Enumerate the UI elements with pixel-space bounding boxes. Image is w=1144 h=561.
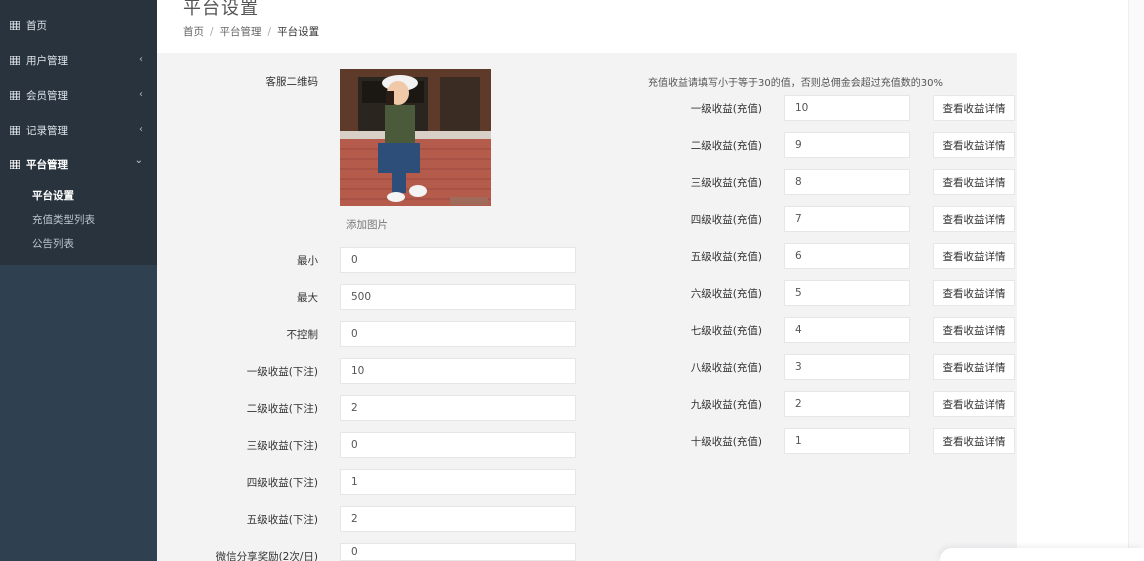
max-input[interactable]: 500 bbox=[340, 284, 576, 310]
qr-code-image[interactable] bbox=[340, 69, 491, 206]
field-label: 九级收益(充值) bbox=[690, 399, 762, 411]
view-income-details-button[interactable]: 查看收益详情 bbox=[933, 317, 1015, 343]
scrollbar-track[interactable] bbox=[1128, 0, 1144, 561]
bet-level1-input[interactable]: 10 bbox=[340, 358, 576, 384]
page-margin bbox=[1017, 0, 1144, 561]
view-income-details-button[interactable]: 查看收益详情 bbox=[933, 428, 1015, 454]
add-image-button[interactable]: 添加图片 bbox=[346, 217, 388, 232]
field-label: 六级收益(充值) bbox=[690, 288, 762, 300]
field-label: 二级收益(充值) bbox=[690, 140, 762, 152]
view-income-details-button[interactable]: 查看收益详情 bbox=[933, 169, 1015, 195]
sidebar-item-label: 记录管理 bbox=[26, 124, 68, 137]
sidebar-item-label: 平台管理 bbox=[26, 158, 68, 171]
chevron-left-icon: ‹ bbox=[139, 89, 143, 100]
recharge-level10-input[interactable]: 1 bbox=[784, 428, 910, 454]
field-label: 一级收益(下注) bbox=[246, 366, 318, 378]
page-title: 平台设置 bbox=[183, 0, 259, 19]
breadcrumb-current: 平台设置 bbox=[277, 26, 320, 38]
wechat-share-reward-input[interactable]: 0 bbox=[340, 543, 576, 561]
sidebar-item-label: 用户管理 bbox=[26, 54, 68, 67]
sidebar: 首页 用户管理 ‹ 会员管理 ‹ 记录管理 ‹ 平台管理 ⌄ 平台设置 充值类型… bbox=[0, 0, 157, 561]
sidebar-subitem-announcements[interactable]: 公告列表 bbox=[32, 236, 74, 251]
field-label: 五级收益(下注) bbox=[246, 514, 318, 526]
recharge-level2-input[interactable]: 9 bbox=[784, 132, 910, 158]
field-label: 一级收益(充值) bbox=[690, 103, 762, 115]
field-label: 二级收益(下注) bbox=[246, 403, 318, 415]
sidebar-subitem-platform-settings[interactable]: 平台设置 bbox=[32, 188, 74, 203]
view-income-details-button[interactable]: 查看收益详情 bbox=[933, 354, 1015, 380]
view-income-details-button[interactable]: 查看收益详情 bbox=[933, 280, 1015, 306]
breadcrumb-platform[interactable]: 平台管理 bbox=[220, 26, 262, 38]
recharge-level4-input[interactable]: 7 bbox=[784, 206, 910, 232]
field-label: 五级收益(充值) bbox=[690, 251, 762, 263]
breadcrumb-home[interactable]: 首页 bbox=[183, 26, 204, 38]
sidebar-item-label: 会员管理 bbox=[26, 89, 68, 102]
field-label: 四级收益(充值) bbox=[690, 214, 762, 226]
grid-icon bbox=[10, 125, 20, 135]
breadcrumb: 首页 / 平台管理 / 平台设置 bbox=[183, 26, 320, 38]
recharge-level6-input[interactable]: 5 bbox=[784, 280, 910, 306]
field-label: 微信分享奖励(2次/日) bbox=[215, 551, 318, 561]
grid-icon bbox=[10, 90, 20, 100]
bet-level4-input[interactable]: 1 bbox=[340, 469, 576, 495]
view-income-details-button[interactable]: 查看收益详情 bbox=[933, 132, 1015, 158]
recharge-level1-input[interactable]: 10 bbox=[784, 95, 910, 121]
chevron-down-icon: ⌄ bbox=[134, 155, 143, 166]
sidebar-item-records[interactable]: 记录管理 ‹ bbox=[0, 115, 157, 145]
field-label: 不控制 bbox=[286, 329, 319, 341]
view-income-details-button[interactable]: 查看收益详情 bbox=[933, 95, 1015, 121]
no-control-input[interactable]: 0 bbox=[340, 321, 576, 347]
sidebar-item-platform[interactable]: 平台管理 ⌄ bbox=[0, 149, 157, 179]
field-label: 最小 bbox=[297, 255, 318, 267]
field-label: 四级收益(下注) bbox=[246, 477, 318, 489]
chevron-left-icon: ‹ bbox=[139, 54, 143, 65]
recharge-level3-input[interactable]: 8 bbox=[784, 169, 910, 195]
field-label: 三级收益(下注) bbox=[246, 440, 318, 452]
qr-code-label: 客服二维码 bbox=[265, 76, 319, 88]
grid-icon bbox=[10, 159, 20, 169]
field-label: 七级收益(充值) bbox=[690, 325, 762, 337]
sidebar-item-home[interactable]: 首页 bbox=[0, 10, 157, 40]
recharge-notice: 充值收益请填写小于等于30的值，否则总佣金会超过充值数的30% bbox=[648, 78, 943, 89]
bet-level3-input[interactable]: 0 bbox=[340, 432, 576, 458]
recharge-level9-input[interactable]: 2 bbox=[784, 391, 910, 417]
grid-icon bbox=[10, 55, 20, 65]
recharge-level8-input[interactable]: 3 bbox=[784, 354, 910, 380]
field-label: 十级收益(充值) bbox=[690, 436, 762, 448]
sidebar-item-label: 首页 bbox=[26, 19, 47, 32]
view-income-details-button[interactable]: 查看收益详情 bbox=[933, 206, 1015, 232]
sidebar-subitem-recharge-types[interactable]: 充值类型列表 bbox=[32, 212, 95, 227]
recharge-level5-input[interactable]: 6 bbox=[784, 243, 910, 269]
field-label: 三级收益(充值) bbox=[690, 177, 762, 189]
field-label: 最大 bbox=[297, 292, 318, 304]
min-input[interactable]: 0 bbox=[340, 247, 576, 273]
chevron-left-icon: ‹ bbox=[139, 124, 143, 135]
sidebar-item-users[interactable]: 用户管理 ‹ bbox=[0, 45, 157, 75]
bet-level5-input[interactable]: 2 bbox=[340, 506, 576, 532]
sidebar-item-members[interactable]: 会员管理 ‹ bbox=[0, 80, 157, 110]
recharge-level7-input[interactable]: 4 bbox=[784, 317, 910, 343]
view-income-details-button[interactable]: 查看收益详情 bbox=[933, 391, 1015, 417]
view-income-details-button[interactable]: 查看收益详情 bbox=[933, 243, 1015, 269]
grid-icon bbox=[10, 20, 20, 30]
bet-level2-input[interactable]: 2 bbox=[340, 395, 576, 421]
field-label: 八级收益(充值) bbox=[690, 362, 762, 374]
floating-widget bbox=[940, 548, 1144, 561]
